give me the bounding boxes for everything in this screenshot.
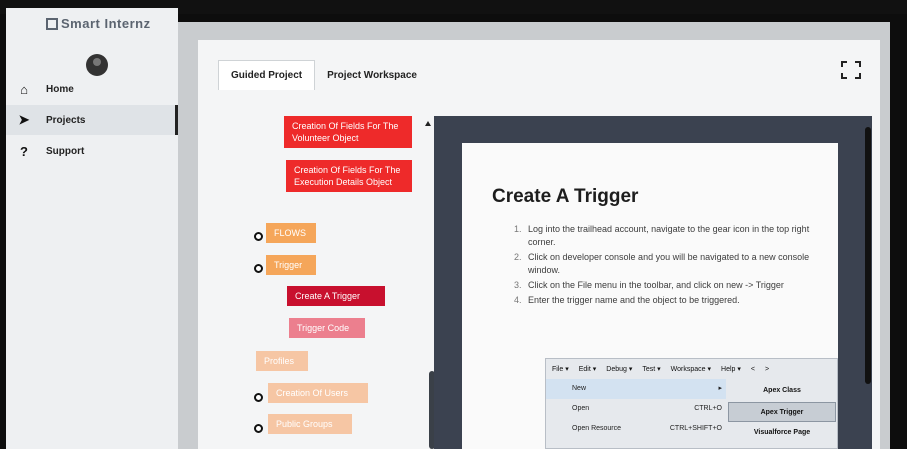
sidebar-item-label: Home [46,83,74,95]
step-text: Click on the File menu in the toolbar, a… [528,280,784,290]
menu-row-label: Open Resource [572,425,622,432]
submenu-visualforce-page: Visualforce Page [753,429,811,436]
submenu-arrow-icon: ▸ [718,385,722,392]
tree-node-trigger-code[interactable]: Trigger Code [289,318,365,338]
tree-bullet-icon [254,424,263,433]
menu-help: Help ▾ [721,366,741,373]
tree-node-volunteer-fields[interactable]: Creation Of Fields For The Volunteer Obj… [284,116,412,148]
steps-list: 1. Log into the trailhead account, naviga… [514,223,814,309]
menu-row-shortcut: CTRL+SHIFT+O [669,425,722,432]
list-item: 3. Click on the File menu in the toolbar,… [514,280,784,290]
tree-node-profiles[interactable]: Profiles [256,351,308,371]
tree-bullet-icon [254,393,263,402]
tree-node-trigger[interactable]: Trigger [266,255,316,275]
new-submenu: Apex Class Apex Trigger Visualforce Page [728,381,836,444]
menu-debug: Debug ▾ [606,366,633,373]
menu-row-open: Open CTRL+O [546,399,726,419]
menu-workspace: Workspace ▾ [670,366,712,373]
file-menu: New ▸ Open CTRL+O Open Resource CTRL+SHI… [546,379,726,439]
menu-test: Test ▾ [642,366,661,373]
step-text: Log into the trailhead account, navigate… [528,224,810,247]
list-item: 2. Click on developer console and you wil… [514,252,810,275]
tree-node-create-a-trigger[interactable]: Create A Trigger [287,286,385,306]
logo: Smart Internz [46,16,151,31]
menu-row-shortcut: CTRL+O [694,405,722,412]
tree-node-public-groups[interactable]: Public Groups [268,414,352,434]
sidebar-item-label: Projects [46,114,86,126]
menu-edit: Edit ▾ [578,366,597,373]
sidebar-item-home[interactable]: ⌂ Home [6,74,178,104]
logo-text: Smart Internz [61,16,151,31]
home-icon: ⌂ [20,81,28,97]
avatar[interactable] [86,54,108,76]
question-icon: ? [20,143,28,159]
menu-row-open-resource: Open Resource CTRL+SHIFT+O [546,419,726,439]
console-menubar: File ▾ Edit ▾ Debug ▾ Test ▾ Workspace ▾… [546,359,837,379]
menu-row-new: New ▸ [546,379,726,399]
tree-node-flows[interactable]: FLOWS [266,223,316,243]
tree-bullet-icon [254,264,263,273]
sidebar: Smart Internz ⌂ Home ➤ Projects ? Suppor… [6,8,178,449]
submenu-apex-class: Apex Class [763,387,801,394]
content-scrollbar[interactable] [865,127,871,384]
tree-node-creation-of-users[interactable]: Creation Of Users [268,383,368,403]
sidebar-item-projects[interactable]: ➤ Projects [6,105,178,135]
sidebar-item-label: Support [46,145,85,157]
sidebar-item-support[interactable]: ? Support [6,136,178,166]
nav-back-icon: < [750,365,755,373]
developer-console-screenshot: File ▾ Edit ▾ Debug ▾ Test ▾ Workspace ▾… [545,358,838,449]
fullscreen-icon[interactable] [841,61,861,79]
step-text: Click on developer console and you will … [528,252,810,275]
send-icon: ➤ [18,112,30,127]
tab-project-workspace[interactable]: Project Workspace [315,60,429,90]
nav-forward-icon: > [764,365,770,373]
menu-row-label: Open [572,405,590,412]
list-item: 1. Log into the trailhead account, naviga… [514,224,810,247]
tree-bullet-icon [254,232,263,241]
menu-row-label: New [572,385,587,392]
step-text: Enter the trigger name and the object to… [528,295,740,305]
submenu-apex-trigger: Apex Trigger [728,402,836,422]
tab-guided-project[interactable]: Guided Project [218,60,316,90]
tab-bar: Guided Project Project Workspace [218,60,429,90]
list-item: 4. Enter the trigger name and the object … [514,295,740,305]
page-title: Create A Trigger [492,186,639,207]
tree-node-execution-fields[interactable]: Creation Of Fields For The Execution Det… [286,160,412,192]
logo-mark-icon [46,18,58,30]
menu-file: File ▾ [552,366,569,373]
tree-scroll-up-icon[interactable] [425,121,431,126]
